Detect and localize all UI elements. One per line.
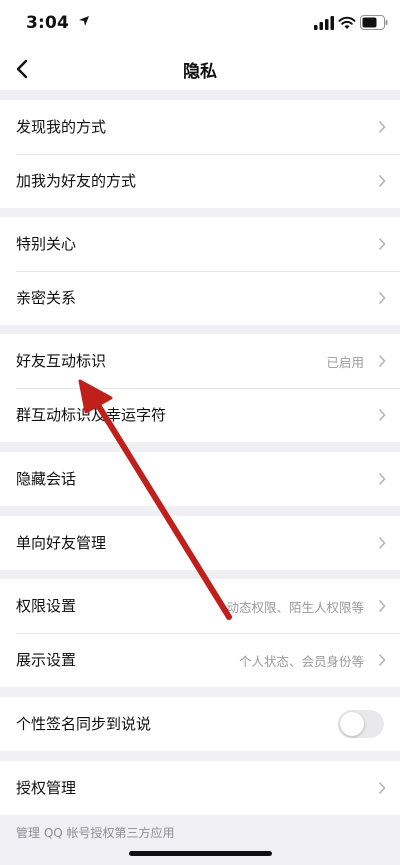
chevron-right-icon (378, 536, 386, 550)
row-label: 好友互动标识 (16, 352, 107, 370)
settings-group-authorization: 授权管理 (0, 761, 400, 815)
row-special-care[interactable]: 特别关心 (0, 217, 400, 271)
row-label: 个性签名同步到说说 (16, 715, 152, 733)
row-label: 隐藏会话 (16, 470, 77, 488)
signature-sync-toggle[interactable] (338, 710, 384, 738)
row-label: 权限设置 (16, 597, 77, 615)
home-indicator[interactable] (129, 851, 272, 856)
battery-icon (360, 15, 388, 30)
chevron-right-icon (378, 291, 386, 305)
chevron-right-icon (378, 653, 386, 667)
row-friend-interaction-mark[interactable]: 好友互动标识 已启用 (0, 334, 400, 388)
settings-group-interaction-marks: 好友互动标识 已启用 群互动标识及幸运字符 (0, 334, 400, 442)
row-add-friend-method[interactable]: 加我为好友的方式 (0, 154, 400, 208)
row-label: 授权管理 (16, 779, 77, 797)
status-time: 3:04 (26, 13, 70, 33)
settings-group-discovery: 发现我的方式 加我为好友的方式 (0, 100, 400, 208)
chevron-right-icon (378, 120, 386, 134)
settings-group-permissions: 权限设置 动态权限、陌生人权限等 展示设置 个人状态、会员身份等 (0, 579, 400, 687)
chevron-right-icon (378, 408, 386, 422)
row-value: 动态权限、陌生人权限等 (226, 600, 364, 615)
status-bar: 3:04 (0, 0, 400, 48)
settings-group-signature-sync: 个性签名同步到说说 (0, 697, 400, 751)
chevron-right-icon (378, 354, 386, 368)
chevron-right-icon (378, 781, 386, 795)
row-permission-settings[interactable]: 权限设置 动态权限、陌生人权限等 (0, 579, 400, 633)
location-icon (79, 16, 89, 26)
settings-group-hidden-chats: 隐藏会话 (0, 452, 400, 506)
chevron-right-icon (378, 599, 386, 613)
nav-bar: 隐私 (0, 48, 400, 90)
chevron-right-icon (378, 237, 386, 251)
row-label: 亲密关系 (16, 289, 77, 307)
row-value: 已启用 (326, 355, 364, 370)
footer-note: 管理 QQ 帐号授权第三方应用 (16, 826, 175, 840)
row-label: 发现我的方式 (16, 118, 107, 136)
row-group-interaction-mark[interactable]: 群互动标识及幸运字符 (0, 388, 400, 442)
chevron-right-icon (378, 472, 386, 486)
chevron-right-icon (378, 174, 386, 188)
page-title: 隐私 (183, 62, 217, 82)
cellular-signal-icon (314, 16, 334, 30)
toggle-knob (340, 712, 364, 736)
settings-group-relations: 特别关心 亲密关系 (0, 217, 400, 325)
row-authorization-management[interactable]: 授权管理 (0, 761, 400, 815)
settings-group-one-way-friends: 单向好友管理 (0, 516, 400, 570)
row-discover-me[interactable]: 发现我的方式 (0, 100, 400, 154)
row-display-settings[interactable]: 展示设置 个人状态、会员身份等 (0, 633, 400, 687)
row-label: 群互动标识及幸运字符 (16, 406, 167, 424)
wifi-icon (338, 16, 356, 29)
row-signature-sync: 个性签名同步到说说 (0, 697, 400, 751)
row-intimate-relation[interactable]: 亲密关系 (0, 271, 400, 325)
row-label: 展示设置 (16, 651, 77, 669)
row-hidden-chats[interactable]: 隐藏会话 (0, 452, 400, 506)
row-label: 加我为好友的方式 (16, 172, 137, 190)
row-one-way-friends[interactable]: 单向好友管理 (0, 516, 400, 570)
row-value: 个人状态、会员身份等 (238, 654, 364, 669)
row-label: 单向好友管理 (16, 534, 107, 552)
row-label: 特别关心 (16, 235, 77, 253)
